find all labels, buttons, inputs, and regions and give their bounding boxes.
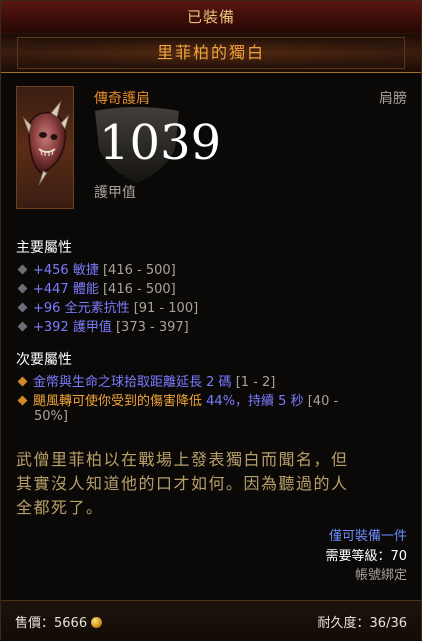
sell-price: 售價：5666: [15, 612, 103, 631]
primary-attributes-title: 主要屬性: [16, 240, 72, 256]
stat-range: [1 - 2]: [235, 375, 276, 390]
account-bound-note: 帳號綁定: [354, 568, 407, 583]
stat-text: 金幣與生命之球拾取距離延長 2 碼: [33, 375, 232, 390]
legendary-bullet-icon: [17, 376, 28, 387]
stat-text: 颶風轉可使你受到的傷害降低: [33, 394, 203, 409]
stat-text: +392 護甲值: [33, 320, 112, 335]
gold-coin-icon: [91, 617, 103, 628]
bullet-icon: [17, 321, 28, 332]
stat-range: [416 - 500]: [102, 263, 176, 278]
stat-range: 50%]: [34, 409, 68, 424]
flavor-line: 武僧里菲柏以在戰場上發表獨白而聞名，但: [16, 450, 349, 469]
equipped-label: 已裝備: [186, 8, 235, 26]
item-name-banner: 里菲柏的獨白: [1, 33, 421, 73]
tooltip-footer: 售價：5666 耐久度：36/36: [1, 600, 421, 641]
stat-range: [373 - 397]: [115, 320, 189, 335]
primary-stat-line: +447 體能 [416 - 500]: [17, 278, 176, 297]
spiked-shoulder-icon: [22, 101, 69, 186]
level-requirement: 需要等級：70: [325, 549, 407, 564]
secondary-stat-line-wrap: 50%]: [34, 409, 68, 424]
stat-text: +456 敏捷: [33, 263, 99, 278]
item-icon-frame: [16, 86, 74, 209]
secondary-attributes-title: 次要屬性: [16, 352, 72, 368]
equipped-header: 已裝備: [1, 1, 421, 34]
stat-range: [416 - 500]: [102, 282, 176, 297]
armor-label: 護甲值: [94, 185, 136, 201]
primary-stat-line: +392 護甲值 [373 - 397]: [17, 316, 189, 335]
stat-range: [91 - 100]: [133, 301, 199, 316]
item-slot: 肩膀: [379, 91, 407, 107]
flavor-line: 其實沒人知道他的口才如何。因為聽過的人: [16, 474, 349, 493]
unique-equipped-note: 僅可裝備一件: [328, 529, 407, 544]
secondary-stat-line: 金幣與生命之球拾取距離延長 2 碼 [1 - 2]: [17, 371, 276, 390]
flavor-line: 全都死了。: [16, 498, 104, 517]
sell-price-text: 售價：5666: [15, 616, 88, 631]
stat-value: 44%，持續 5 秒: [206, 394, 304, 409]
item-name: 里菲柏的獨白: [156, 43, 265, 62]
secondary-stat-line-legendary: 颶風轉可使你受到的傷害降低 44%，持續 5 秒 [40 -: [17, 390, 339, 409]
primary-stat-line: +96 全元素抗性 [91 - 100]: [17, 297, 199, 316]
armor-value: 1039: [99, 115, 222, 171]
flavor-text: 武僧里菲柏以在戰場上發表獨白而聞名，但 其實沒人知道他的口才如何。因為聽過的人 …: [16, 448, 408, 520]
item-tooltip: 已裝備 里菲柏的獨白 傳奇護肩 肩膀 1039 護甲值 主要屬性 +456 敏捷…: [0, 0, 422, 641]
stat-text: +96 全元素抗性: [33, 301, 130, 316]
durability: 耐久度：36/36: [317, 616, 407, 631]
bullet-icon: [17, 264, 28, 275]
primary-stat-line: +456 敏捷 [416 - 500]: [17, 259, 176, 278]
legendary-bullet-icon: [17, 395, 28, 406]
bullet-icon: [17, 283, 28, 294]
stat-range: [40 -: [307, 394, 339, 409]
bullet-icon: [17, 302, 28, 313]
stat-text: +447 體能: [33, 282, 99, 297]
